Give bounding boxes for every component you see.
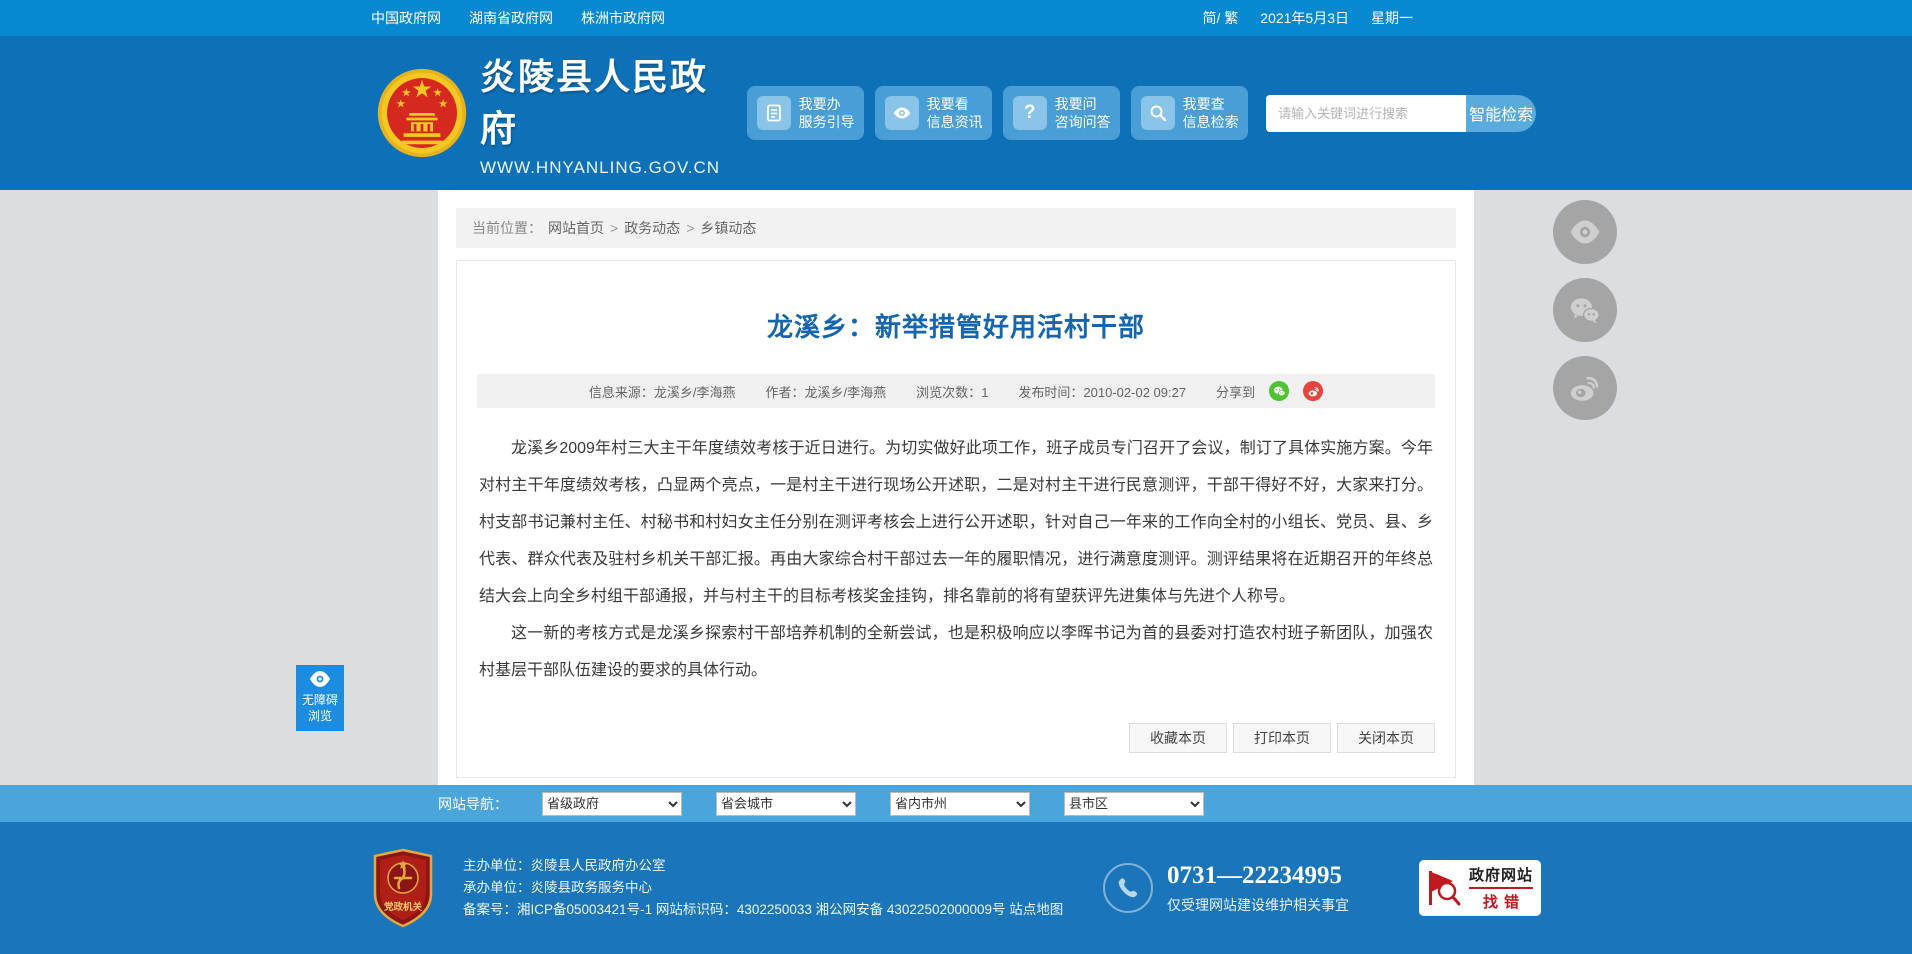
action-label: 我要问 xyxy=(1054,96,1097,112)
wechat-share-icon[interactable] xyxy=(1269,381,1290,401)
svg-text:党政机关: 党政机关 xyxy=(384,901,423,913)
footer-host-line: 主办单位：炎陵县人民政府办公室 xyxy=(463,858,666,873)
accessibility-browse-button[interactable]: 无障碍 浏览 xyxy=(296,665,344,731)
top-bar: 中国政府网 湖南省政府网 株洲市政府网 简/ 繁 2021年5月3日 星期一 xyxy=(0,0,1912,36)
site-header: 炎陵县人民政府 WWW.HNYANLING.GOV.CN 我要办服务引导 我要看… xyxy=(0,36,1912,190)
article-paragraph: 这一新的考核方式是龙溪乡探索村干部培养机制的全新尝试，也是积极响应以李晖书记为首… xyxy=(479,625,1433,679)
print-page-button[interactable]: 打印本页 xyxy=(1233,723,1331,753)
question-icon: ? xyxy=(1012,96,1047,130)
accessibility-label-line1: 无障碍 xyxy=(301,693,338,707)
header-quick-actions: 我要办服务引导 我要看信息资讯 ? 我要问咨询问答 我要查信息检索 xyxy=(747,86,1249,140)
document-icon xyxy=(756,96,791,130)
article-actions: 收藏本页 打印本页 关闭本页 xyxy=(477,723,1435,753)
weibo-share-icon[interactable] xyxy=(1303,381,1324,401)
site-nav-label: 网站导航： xyxy=(438,795,508,812)
action-sublabel: 信息资讯 xyxy=(926,114,983,130)
weekday-label: 星期一 xyxy=(1371,10,1413,26)
site-logo[interactable]: 炎陵县人民政府 WWW.HNYANLING.GOV.CN xyxy=(376,48,725,178)
action-label: 我要看 xyxy=(926,96,969,112)
meta-publish-time: 发布时间：2010-02-02 09:27 xyxy=(1018,384,1187,400)
action-ask-button[interactable]: ? 我要问咨询问答 xyxy=(1003,86,1121,140)
error-badge-title: 政府网站 xyxy=(1468,864,1533,889)
search-input[interactable] xyxy=(1266,94,1467,132)
accessibility-label-line2: 浏览 xyxy=(307,709,332,723)
site-search: 智能检索 xyxy=(1266,94,1536,132)
link-zhuzhou-gov[interactable]: 株洲市政府网 xyxy=(581,8,665,28)
action-label: 我要查 xyxy=(1182,96,1225,112)
gov-links: 中国政府网 湖南省政府网 株洲市政府网 xyxy=(371,8,665,28)
breadcrumb-label: 当前位置： xyxy=(472,220,542,236)
party-gov-badge-icon[interactable]: 党政机关 xyxy=(371,848,435,928)
date-label: 2021年5月3日 xyxy=(1260,10,1349,26)
eye-icon xyxy=(884,96,919,130)
site-footer: 党政机关 主办单位：炎陵县人民政府办公室 承办单位：炎陵县政务服务中心 备案号：… xyxy=(0,822,1912,954)
close-page-button[interactable]: 关闭本页 xyxy=(1337,723,1435,753)
action-sublabel: 咨询问答 xyxy=(1054,114,1111,130)
search-icon xyxy=(1140,96,1175,130)
action-news-button[interactable]: 我要看 信息资讯 xyxy=(875,86,993,140)
share-label: 分享到 xyxy=(1216,384,1256,400)
breadcrumb-separator: > xyxy=(686,220,695,236)
weibo-icon xyxy=(1570,376,1599,401)
phone-icon xyxy=(1103,863,1153,913)
link-hunan-gov[interactable]: 湖南省政府网 xyxy=(469,8,553,28)
footer-phone-block: 0731—22234995 仅受理网站建设维护相关事宜 xyxy=(1103,862,1349,915)
province-gov-select[interactable]: 省级政府 xyxy=(542,791,682,816)
action-sublabel: 信息检索 xyxy=(1182,114,1239,130)
smart-search-button[interactable]: 智能检索 xyxy=(1466,94,1536,132)
article-paragraph: 龙溪乡2009年村三大主干年度绩效考核于近日进行。为切实做好此项工作，班子成员专… xyxy=(479,440,1433,605)
footer-info: 主办单位：炎陵县人民政府办公室 承办单位：炎陵县政务服务中心 备案号：湘ICP备… xyxy=(463,855,1063,921)
gov-site-error-report-button[interactable]: 政府网站 找错 xyxy=(1419,860,1541,916)
meta-views: 浏览次数：1 xyxy=(916,384,989,400)
error-report-flag-icon xyxy=(1428,871,1461,906)
lang-toggle[interactable]: 简/ 繁 xyxy=(1203,8,1239,28)
phone-note: 仅受理网站建设维护相关事宜 xyxy=(1167,896,1349,913)
wechat-icon xyxy=(1570,298,1600,324)
footer-icp-line: 备案号：湘ICP备05003421号-1 网站标识码：4302250033 湘公… xyxy=(463,902,1064,917)
action-query-button[interactable]: 我要查 信息检索 xyxy=(1131,86,1249,140)
sitemap-link[interactable]: 站点地图 xyxy=(1009,902,1063,917)
breadcrumb-xiangzhen[interactable]: 乡镇动态 xyxy=(700,218,756,238)
breadcrumb-home[interactable]: 网站首页 xyxy=(548,218,604,238)
eye-icon xyxy=(1570,220,1600,244)
view-mode-button[interactable] xyxy=(1553,200,1617,264)
footer-organizer-line: 承办单位：炎陵县政务服务中心 xyxy=(463,880,652,895)
breadcrumb-separator: > xyxy=(610,220,619,236)
article-card: 龙溪乡：新举措管好用活村干部 信息来源：龙溪乡/李海燕 作者：龙溪乡/李海燕 浏… xyxy=(456,260,1456,778)
article-title: 龙溪乡：新举措管好用活村干部 xyxy=(766,312,1145,342)
link-china-gov[interactable]: 中国政府网 xyxy=(371,8,441,28)
breadcrumb-zhengwu[interactable]: 政务动态 xyxy=(624,218,680,238)
main-content: 当前位置： 网站首页 > 政务动态 > 乡镇动态 龙溪乡：新举措管好用活村干部 … xyxy=(438,190,1474,796)
national-emblem-icon xyxy=(377,68,467,158)
action-sublabel: 服务引导 xyxy=(798,114,855,130)
service-phone-number: 0731—22234995 xyxy=(1167,861,1342,889)
article-body: 龙溪乡2009年村三大主干年度绩效考核于近日进行。为切实做好此项工作，班子成员专… xyxy=(477,430,1435,689)
wechat-button[interactable] xyxy=(1553,278,1617,342)
province-city-select[interactable]: 省内市州 xyxy=(890,791,1030,816)
action-service-guide-button[interactable]: 我要办 服务引导 xyxy=(747,86,865,140)
capital-city-select[interactable]: 省会城市 xyxy=(716,791,856,816)
weibo-button[interactable] xyxy=(1553,356,1617,420)
breadcrumb: 当前位置： 网站首页 > 政务动态 > 乡镇动态 xyxy=(456,208,1456,248)
meta-author: 作者：龙溪乡/李海燕 xyxy=(765,384,887,400)
site-url: WWW.HNYANLING.GOV.CN xyxy=(480,158,721,177)
meta-source: 信息来源：龙溪乡/李海燕 xyxy=(588,384,736,400)
eye-icon xyxy=(310,671,330,687)
site-nav-band: 网站导航： 省级政府 省会城市 省内市州 县市区 xyxy=(0,785,1912,822)
site-title: 炎陵县人民政府 xyxy=(480,56,709,149)
county-select[interactable]: 县市区 xyxy=(1064,791,1204,816)
article-meta-bar: 信息来源：龙溪乡/李海燕 作者：龙溪乡/李海燕 浏览次数：1 发布时间：2010… xyxy=(477,374,1435,408)
floating-sidebar xyxy=(1553,200,1617,420)
action-label: 我要办 xyxy=(798,96,841,112)
error-badge-subtitle: 找错 xyxy=(1482,894,1525,911)
favorite-page-button[interactable]: 收藏本页 xyxy=(1129,723,1227,753)
